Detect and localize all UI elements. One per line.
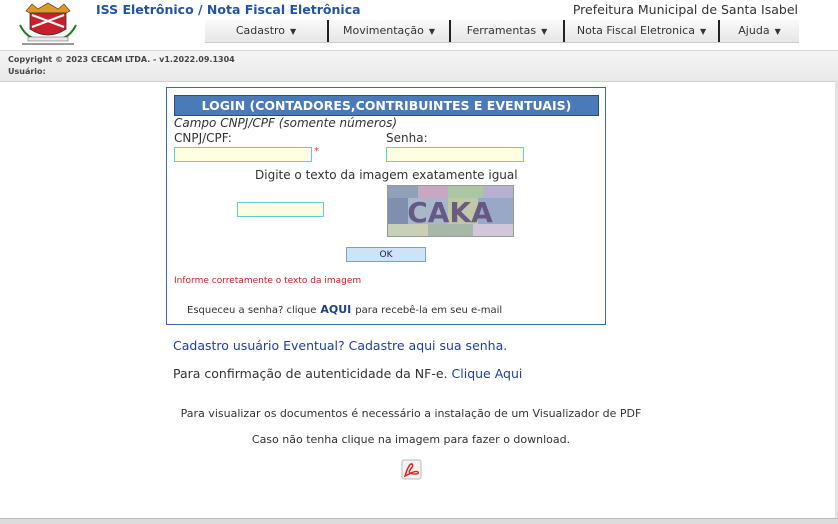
caret-down-icon: ▼ bbox=[699, 27, 707, 36]
senha-input[interactable] bbox=[386, 147, 524, 162]
captcha-image: CAKA bbox=[387, 185, 514, 237]
menu-label: Ferramentas bbox=[466, 24, 537, 37]
cnpj-label: CNPJ/CPF: bbox=[174, 131, 232, 145]
prefeitura-title: Prefeitura Municipal de Santa Isabel bbox=[572, 2, 798, 17]
menu-movimentacao[interactable]: Movimentação ▼ bbox=[329, 20, 449, 42]
menu-label: Cadastro bbox=[235, 24, 286, 37]
cadastro-eventual-link[interactable]: Cadastro usuário Eventual? Cadastre aqui… bbox=[173, 338, 507, 353]
senha-label: Senha: bbox=[386, 131, 428, 145]
caret-down-icon: ▼ bbox=[541, 27, 548, 36]
caret-down-icon: ▼ bbox=[290, 27, 297, 36]
header: ISS Eletrônico / Nota Fiscal Eletrônica … bbox=[0, 0, 838, 50]
menu-label: Ajuda bbox=[738, 24, 770, 37]
captcha-instruction: Digite o texto da imagem exatamente igua… bbox=[255, 168, 518, 182]
forgot-text-before: Esqueceu a senha? clique bbox=[187, 305, 317, 316]
app-title: ISS Eletrônico / Nota Fiscal Eletrônica bbox=[96, 2, 361, 17]
coat-of-arms-logo bbox=[12, 1, 84, 47]
forgot-password-line: Esqueceu a senha? clique AQUI para recebê-… bbox=[187, 303, 502, 316]
ok-button[interactable]: OK bbox=[346, 247, 426, 262]
menu-ajuda[interactable]: Ajuda ▼ bbox=[720, 20, 799, 42]
caret-down-icon: ▼ bbox=[774, 27, 781, 36]
forgot-text-after: para recebê-la em seu e-mail bbox=[355, 305, 503, 316]
login-panel: LOGIN (CONTADORES,CONTRIBUINTES E EVENTU… bbox=[166, 87, 606, 325]
confirmacao-link[interactable]: Clique Aqui bbox=[452, 366, 523, 381]
confirmacao-line: Para confirmação de autenticidade da NF-… bbox=[173, 366, 522, 381]
main-menu: Cadastro ▼ Movimentação ▼ Ferramentas ▼ Not… bbox=[205, 20, 799, 43]
cnpj-input[interactable] bbox=[174, 147, 312, 162]
pdf-reader-icon[interactable] bbox=[401, 459, 422, 480]
menu-label: Movimentação bbox=[343, 24, 424, 37]
copyright-text: Copyright © 2023 CECAM LTDA. - v1.2022.0… bbox=[8, 55, 235, 64]
required-marker: * bbox=[314, 146, 319, 157]
forgot-password-link[interactable]: AQUI bbox=[320, 303, 351, 316]
window-edge-bottom bbox=[0, 518, 838, 524]
confirmacao-text: Para confirmação de autenticidade da NF-… bbox=[173, 366, 448, 381]
error-message: Informe corretamente o texto da imagem bbox=[174, 276, 362, 286]
usuario-label: Usuário: bbox=[8, 67, 46, 76]
menu-label: Nota Fiscal Eletronica bbox=[576, 24, 695, 37]
info-bar: Copyright © 2023 CECAM LTDA. - v1.2022.0… bbox=[0, 50, 838, 82]
captcha-input[interactable] bbox=[237, 202, 324, 217]
menu-ferramentas[interactable]: Ferramentas ▼ bbox=[451, 20, 563, 42]
pdf-info-line2: Caso não tenha clique na imagem para faz… bbox=[251, 433, 571, 446]
cnpj-hint: Campo CNPJ/CPF (somente números) bbox=[174, 116, 398, 130]
pdf-info-line1: Para visualizar os documentos é necessár… bbox=[180, 407, 642, 420]
login-title: LOGIN (CONTADORES,CONTRIBUINTES E EVENTU… bbox=[174, 95, 599, 116]
menu-nota-fiscal[interactable]: Nota Fiscal Eletronica ▼ bbox=[565, 20, 718, 42]
captcha-text: CAKA bbox=[407, 196, 493, 229]
menu-cadastro[interactable]: Cadastro ▼ bbox=[205, 20, 327, 42]
caret-down-icon: ▼ bbox=[428, 27, 435, 36]
